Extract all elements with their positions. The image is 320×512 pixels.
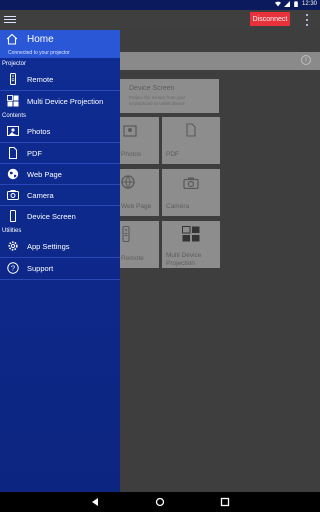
tile-remote[interactable]: Remote [117, 221, 159, 268]
tile-photos-label: Photos [121, 151, 142, 158]
remote-icon [10, 73, 16, 85]
tile-photos[interactable]: Photos [117, 117, 159, 164]
status-bar: 12:30 [0, 0, 320, 10]
drawer-item-label: Support [27, 264, 54, 273]
photos-icon [123, 125, 137, 137]
tile-web-label: Web Page [121, 203, 152, 210]
tile-web-page[interactable]: Web Page [117, 169, 159, 216]
overflow-menu-icon[interactable] [303, 14, 311, 26]
multi-device-icon [182, 226, 200, 242]
drawer-item-pdf[interactable]: PDF [0, 143, 120, 163]
battery-icon [294, 1, 298, 7]
system-nav-bar [0, 492, 320, 512]
drawer-item-web-page[interactable]: Web Page [0, 164, 120, 184]
remote-icon [122, 226, 130, 242]
drawer-header-home[interactable]: Home Connected to your projector [0, 30, 120, 58]
camera-icon [183, 177, 199, 189]
drawer-item-support[interactable]: ? Support [0, 258, 120, 278]
info-icon[interactable]: i [301, 55, 311, 65]
globe-icon [7, 168, 19, 180]
recents-icon[interactable] [220, 497, 230, 507]
tile-remote-label: Remote [121, 255, 144, 262]
drawer-item-multi-device-projection[interactable]: Multi Device Projection [0, 91, 120, 111]
clock: 12:30 [301, 1, 317, 7]
svg-text:?: ? [11, 264, 15, 273]
drawer-item-label: PDF [27, 149, 42, 158]
drawer-item-app-settings[interactable]: App Settings [0, 236, 120, 256]
tile-device-desc-2: smartphone or tablet device. [129, 101, 186, 106]
drawer-item-label: Device Screen [27, 212, 76, 221]
smartphone-icon [10, 210, 16, 222]
section-contents: Contents [2, 113, 27, 119]
tile-camera-label: Camera [166, 203, 190, 210]
home-title: Home [27, 34, 54, 45]
drawer-item-label: Photos [27, 127, 51, 136]
menu-icon[interactable] [4, 14, 16, 26]
drawer-item-device-screen[interactable]: Device Screen [0, 206, 120, 226]
tile-device-screen[interactable]: Device Screen Project the screen from yo… [120, 79, 219, 113]
home-subtitle: Connected to your projector [8, 50, 70, 56]
drawer-item-photos[interactable]: Photos [0, 121, 120, 141]
drawer-item-remote[interactable]: Remote [0, 69, 120, 89]
tile-multi-device[interactable]: Multi Device Projection [162, 221, 220, 268]
tile-pdf-label: PDF [166, 151, 179, 158]
help-icon: ? [7, 262, 19, 274]
tile-multi-label-2: Projection [166, 260, 195, 267]
drawer-item-label: Web Page [27, 170, 62, 179]
pdf-icon [9, 147, 17, 159]
tile-device-desc-1: Project the screen from your [129, 95, 186, 100]
home-icon [6, 33, 18, 45]
wifi-icon [274, 1, 281, 7]
pdf-icon [186, 123, 196, 137]
drawer-item-label: Remote [27, 75, 54, 84]
photos-icon [7, 126, 19, 136]
tile-device-title: Device Screen [129, 85, 175, 92]
multi-device-icon [7, 95, 19, 107]
tile-multi-label-1: Multi Device [166, 252, 202, 259]
divider [0, 279, 120, 280]
tile-camera[interactable]: Camera [162, 169, 220, 216]
gear-icon [8, 241, 18, 251]
drawer-item-label: Multi Device Projection [27, 97, 104, 106]
camera-icon [7, 190, 19, 200]
back-icon[interactable] [90, 497, 100, 507]
home-nav-icon[interactable] [155, 497, 165, 507]
signal-icon [283, 1, 290, 7]
navigation-drawer: Home Connected to your projector Project… [0, 30, 120, 492]
section-projector: Projector [2, 61, 27, 67]
tile-pdf[interactable]: PDF [162, 117, 220, 164]
section-utilities: Utilities [2, 228, 22, 234]
drawer-item-label: App Settings [27, 242, 70, 251]
disconnect-button[interactable]: Disconnect [250, 12, 290, 26]
globe-icon [121, 175, 135, 189]
drawer-item-camera[interactable]: Camera [0, 185, 120, 205]
drawer-item-label: Camera [27, 191, 54, 200]
